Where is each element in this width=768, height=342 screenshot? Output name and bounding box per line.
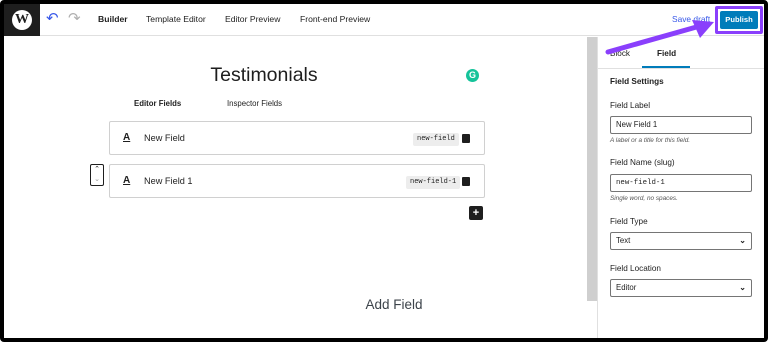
add-block-plus-icon[interactable]: + (469, 206, 483, 220)
move-up-icon[interactable]: ⌃ (91, 165, 103, 175)
field-type-caption: Field Type (610, 217, 648, 226)
tab-editor-fields[interactable]: Editor Fields (134, 99, 181, 108)
field-label: New Field (144, 133, 185, 143)
block-mover: ⌃ ⌄ (90, 164, 104, 186)
redo-icon[interactable]: ↷ (68, 11, 81, 27)
field-location-value: Editor (616, 283, 637, 292)
wordpress-logo-icon[interactable]: W (4, 4, 40, 36)
text-field-icon: A (123, 175, 131, 186)
field-row-selected[interactable]: A New Field 1 new-field-1 (109, 164, 485, 198)
settings-sidebar: Block Field Field Settings Field Label N… (597, 37, 764, 338)
tab-field[interactable]: Field (657, 49, 676, 58)
field-label-caption: Field Label (610, 101, 651, 110)
field-location-caption: Field Location (610, 264, 661, 273)
chevron-down-icon: ⌄ (739, 283, 746, 292)
grammarly-icon[interactable]: G (466, 69, 479, 82)
tab-inspector-fields[interactable]: Inspector Fields (227, 99, 282, 108)
app-window: W ↶ ↷ Builder Template Editor Editor Pre… (0, 0, 768, 342)
publish-highlight: Publish (715, 6, 763, 34)
move-down-icon[interactable]: ⌄ (91, 175, 103, 185)
field-row[interactable]: A New Field new-field (109, 121, 485, 155)
lock-icon (462, 177, 470, 186)
field-label-help: A label or a title for this field. (610, 137, 691, 144)
field-type-value: Text (616, 236, 631, 245)
add-field-button[interactable]: Add Field (334, 297, 454, 312)
nav-template-editor[interactable]: Template Editor (146, 14, 206, 24)
nav-builder[interactable]: Builder (98, 14, 128, 24)
field-name-help: Single word, no spaces. (610, 195, 678, 202)
undo-icon[interactable]: ↶ (46, 11, 59, 27)
save-draft-link[interactable]: Save draft (672, 14, 710, 24)
field-name-input[interactable]: new-field-1 (610, 174, 752, 192)
page-title: Testimonials (210, 64, 318, 86)
editor-topbar: W ↶ ↷ Builder Template Editor Editor Pre… (4, 4, 764, 36)
publish-button[interactable]: Publish (720, 11, 758, 29)
field-slug-badge: new-field (413, 133, 459, 146)
field-label: New Field 1 (144, 176, 193, 186)
field-location-select[interactable]: Editor ⌄ (610, 279, 752, 297)
tab-block[interactable]: Block (610, 49, 630, 58)
lock-icon (462, 134, 470, 143)
text-field-icon: A (123, 132, 131, 143)
field-label-input[interactable]: New Field 1 (610, 116, 752, 134)
nav-editor-preview[interactable]: Editor Preview (225, 14, 280, 24)
field-settings-heading: Field Settings (610, 77, 664, 86)
field-name-caption: Field Name (slug) (610, 158, 675, 167)
field-slug-badge: new-field-1 (406, 176, 461, 189)
field-type-select[interactable]: Text ⌄ (610, 232, 752, 250)
sidebar-divider (598, 68, 764, 69)
canvas-scrollbar[interactable] (587, 37, 597, 301)
nav-front-end-preview[interactable]: Front-end Preview (300, 14, 370, 24)
chevron-down-icon: ⌄ (739, 236, 746, 245)
